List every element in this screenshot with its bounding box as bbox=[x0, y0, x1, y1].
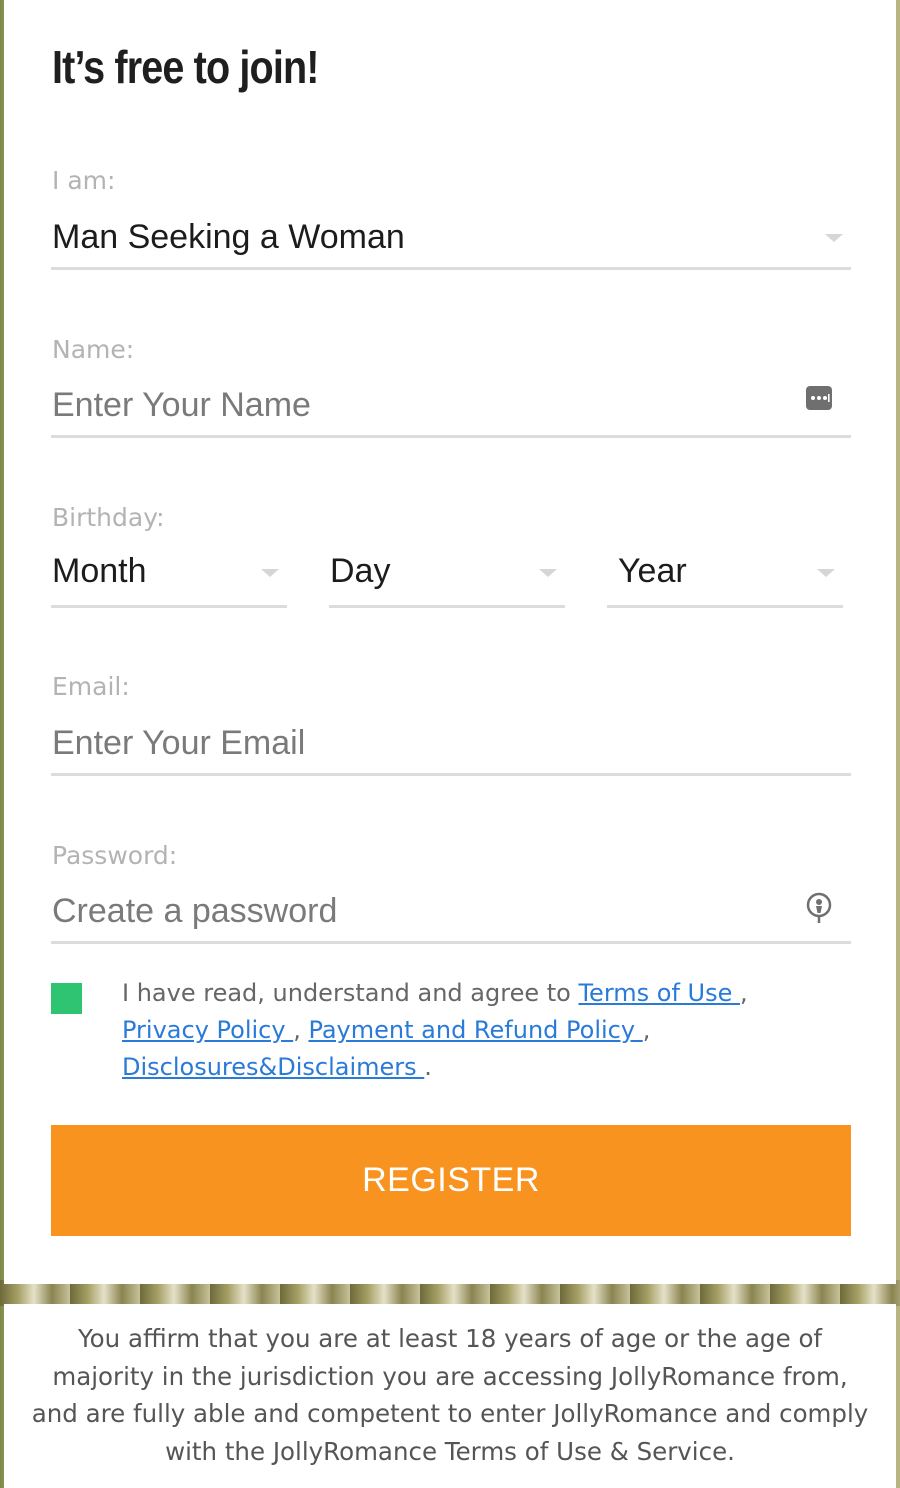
chevron-down-icon bbox=[817, 569, 835, 577]
agreement-separator: , bbox=[740, 979, 748, 1007]
privacy-policy-link[interactable]: Privacy Policy bbox=[122, 1016, 293, 1044]
birthday-day-value: Day bbox=[330, 552, 391, 590]
birthday-month-value: Month bbox=[52, 552, 147, 590]
form-title: It’s free to join! bbox=[52, 41, 319, 93]
chevron-down-icon bbox=[261, 569, 279, 577]
age-disclaimer: You affirm that you are at least 18 year… bbox=[4, 1304, 896, 1488]
agree-checkbox[interactable] bbox=[51, 983, 82, 1014]
terms-of-use-link[interactable]: Terms of Use bbox=[578, 979, 740, 1007]
agreement-suffix: . bbox=[424, 1053, 432, 1081]
agreement-separator: , bbox=[642, 1016, 651, 1044]
password-input[interactable]: Create a password bbox=[51, 882, 851, 944]
chevron-down-icon bbox=[825, 234, 843, 242]
birthday-label: Birthday: bbox=[52, 503, 165, 532]
email-placeholder: Enter Your Email bbox=[52, 724, 306, 762]
password-label: Password: bbox=[52, 841, 178, 870]
birthday-month-select[interactable]: Month bbox=[51, 540, 287, 608]
birthday-year-select[interactable]: Year bbox=[607, 540, 843, 608]
password-key-icon[interactable] bbox=[805, 891, 833, 925]
name-input[interactable]: Enter Your Name bbox=[51, 376, 851, 438]
password-placeholder: Create a password bbox=[52, 892, 338, 930]
disclosures-disclaimers-link[interactable]: Disclosures&Disclaimers bbox=[122, 1053, 424, 1081]
iam-label: I am: bbox=[52, 166, 116, 195]
agreement-text: I have read, understand and agree to Ter… bbox=[122, 975, 822, 1086]
agreement-separator: , bbox=[293, 1016, 309, 1044]
payment-refund-policy-link[interactable]: Payment and Refund Policy bbox=[308, 1016, 642, 1044]
registration-form: It’s free to join! I am: Man Seeking a W… bbox=[4, 0, 896, 1284]
email-label: Email: bbox=[52, 672, 130, 701]
age-disclaimer-text: You affirm that you are at least 18 year… bbox=[31, 1324, 869, 1466]
name-placeholder: Enter Your Name bbox=[52, 386, 311, 424]
birthday-year-value: Year bbox=[618, 552, 687, 590]
agreement-prefix: I have read, understand and agree to bbox=[122, 979, 579, 1007]
iam-value: Man Seeking a Woman bbox=[52, 218, 405, 256]
chevron-down-icon bbox=[539, 569, 557, 577]
register-button[interactable]: REGISTER bbox=[51, 1125, 851, 1236]
iam-select[interactable]: Man Seeking a Woman bbox=[51, 208, 851, 270]
birthday-day-select[interactable]: Day bbox=[329, 540, 565, 608]
autofill-icon[interactable] bbox=[805, 385, 833, 411]
name-label: Name: bbox=[52, 335, 135, 364]
email-input[interactable]: Enter Your Email bbox=[51, 714, 851, 776]
